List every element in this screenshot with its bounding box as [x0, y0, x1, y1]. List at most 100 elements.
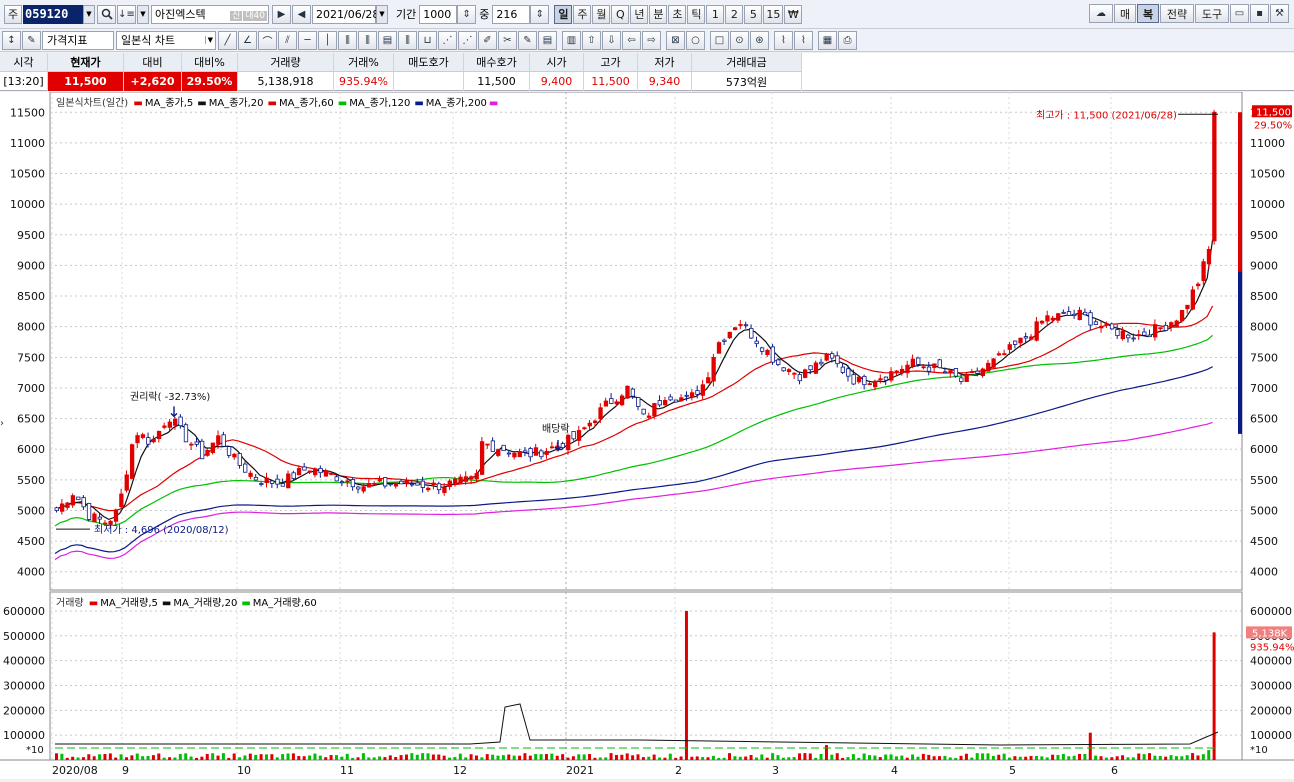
- sort-icon[interactable]: ↓≡: [117, 4, 136, 24]
- play-forward-icon[interactable]: ▶: [272, 4, 291, 24]
- search-icon[interactable]: [97, 4, 116, 24]
- candle-body: [673, 399, 679, 403]
- name-dropdown-arrow[interactable]: ▼: [137, 4, 149, 24]
- interval-button[interactable]: 15: [763, 4, 784, 24]
- drawing-tool-icon[interactable]: ▦: [818, 30, 837, 50]
- candle-body: [727, 331, 732, 339]
- drawing-tool-icon[interactable]: ⊛: [750, 30, 769, 50]
- drawing-tool-icon[interactable]: ⎙: [838, 30, 857, 50]
- interval-button[interactable]: 년: [630, 4, 649, 24]
- candle-body: [921, 366, 926, 369]
- drawing-tool-icon[interactable]: ⫼: [398, 30, 417, 50]
- drawing-tool-icon[interactable]: ⇧: [582, 30, 601, 50]
- period-input[interactable]: 1000: [419, 4, 458, 24]
- interval-button[interactable]: 틱: [687, 4, 706, 24]
- drawing-tool-icon[interactable]: ⫼: [358, 30, 377, 50]
- drawing-tool-icon[interactable]: ⊔: [418, 30, 437, 50]
- candle-body: [86, 503, 92, 520]
- drawing-tool-icon[interactable]: ⫽: [278, 30, 297, 50]
- interval-button[interactable]: 주: [573, 4, 592, 24]
- drawing-tool-icon[interactable]: ⇨: [642, 30, 661, 50]
- drawing-tool-icon[interactable]: ⋰: [458, 30, 477, 50]
- candle-body: [372, 483, 377, 485]
- drawing-tool-icon[interactable]: ✂: [498, 30, 517, 50]
- volume-bar: [1212, 632, 1216, 760]
- play-back-icon[interactable]: ◀: [292, 4, 311, 24]
- drawing-tool-icon[interactable]: ✎: [518, 30, 537, 50]
- candle-body: [1174, 320, 1179, 327]
- toolbar-right-button[interactable]: 복: [1137, 4, 1159, 23]
- drawing-tool-icon[interactable]: ⊠: [666, 30, 685, 50]
- candle-body: [1104, 323, 1109, 325]
- interval-button[interactable]: ₩: [784, 4, 803, 24]
- ma-legend-item: ▬ MA_종가,5: [133, 98, 194, 109]
- drawing-tool-icon[interactable]: ○: [686, 30, 705, 50]
- indicator-select[interactable]: 가격지표: [42, 30, 114, 50]
- drawing-tool-icon[interactable]: │: [318, 30, 337, 50]
- drawing-tool-icon[interactable]: □: [710, 30, 729, 50]
- zoom-input[interactable]: 216: [492, 4, 531, 24]
- price-volume-chart[interactable]: 1150011500110001100010500105001000010000…: [0, 91, 1294, 779]
- interval-button[interactable]: 초: [668, 4, 687, 24]
- volume-bar: [808, 753, 812, 760]
- drawing-tool-icon[interactable]: ∠: [238, 30, 257, 50]
- period-spinner-icon[interactable]: ⇕: [457, 4, 477, 24]
- volume-bar: [771, 753, 775, 760]
- drawing-tool-icon[interactable]: ─: [298, 30, 317, 50]
- folder-icon[interactable]: ▭: [1230, 4, 1249, 23]
- toolbar-right-button[interactable]: 매: [1114, 4, 1136, 23]
- volume-bar: [1002, 753, 1006, 760]
- interval-button[interactable]: 1: [706, 4, 725, 24]
- drawing-tool-icon[interactable]: ✐: [478, 30, 497, 50]
- wrench-icon[interactable]: ⚒: [1270, 4, 1289, 23]
- price-y-tick-left: 5000: [17, 504, 45, 517]
- edit-icon[interactable]: ✎: [22, 30, 41, 50]
- interval-button[interactable]: 5: [744, 4, 763, 24]
- interval-button[interactable]: 일: [554, 4, 573, 24]
- drawing-tool-icon[interactable]: ▤: [378, 30, 397, 50]
- date-dropdown-arrow[interactable]: ▼: [376, 4, 388, 24]
- market-type-button[interactable]: 주: [4, 4, 22, 24]
- drawing-tool-icon[interactable]: ⌒: [258, 30, 277, 50]
- date-input[interactable]: 2021/06/28: [312, 4, 379, 24]
- drawing-tool-icon[interactable]: ⇦: [622, 30, 641, 50]
- arrow-up-down-icon[interactable]: ↕: [2, 30, 21, 50]
- volume-bar: [453, 757, 457, 760]
- drawing-tool-icon[interactable]: ⋰: [438, 30, 457, 50]
- price-y-tick-right: 6500: [1250, 413, 1278, 426]
- toolbar-right-button[interactable]: 도구: [1195, 4, 1229, 23]
- interval-button[interactable]: Q: [611, 4, 630, 24]
- stock-code-input[interactable]: 059120: [23, 4, 83, 24]
- drawing-tool-icon[interactable]: ⫼: [338, 30, 357, 50]
- volume-bar: [938, 756, 942, 760]
- code-dropdown-arrow[interactable]: ▼: [83, 4, 95, 24]
- candle-body: [76, 496, 81, 501]
- drawing-tool-icon[interactable]: ⌇: [774, 30, 793, 50]
- stock-name-field[interactable]: 아진엑스텍 신 대40: [151, 4, 269, 24]
- candle-body: [663, 400, 668, 406]
- candle-body: [571, 431, 576, 440]
- interval-button[interactable]: 2: [725, 4, 744, 24]
- save-icon[interactable]: ▪: [1250, 4, 1269, 23]
- zoom-spinner-icon[interactable]: ⇕: [530, 4, 550, 24]
- drawing-tool-icon[interactable]: ⌇: [794, 30, 813, 50]
- drawing-tool-icon[interactable]: ⊙: [730, 30, 749, 50]
- chart-type-select[interactable]: 일본식 차트 ▼: [116, 30, 216, 50]
- drawing-tool-icon[interactable]: ⇩: [602, 30, 621, 50]
- candle-body: [652, 403, 657, 417]
- interval-button[interactable]: 분: [649, 4, 668, 24]
- interval-button[interactable]: 월: [592, 4, 611, 24]
- toolbar-right-button[interactable]: 전략: [1160, 4, 1194, 23]
- volume-bar: [1148, 753, 1152, 760]
- volume-bar: [894, 756, 898, 760]
- drawing-tool-icon[interactable]: ▤: [538, 30, 557, 50]
- drawing-tool-icon[interactable]: ╱: [218, 30, 237, 50]
- drawing-tool-icon[interactable]: ▥: [562, 30, 581, 50]
- volume-bar: [92, 756, 96, 760]
- volume-bar: [1018, 756, 1022, 760]
- volume-bar: [878, 757, 882, 760]
- volume-bar: [544, 754, 548, 760]
- candle-body: [932, 363, 937, 368]
- candle-body: [1034, 321, 1039, 341]
- cloud-icon[interactable]: ☁: [1089, 4, 1113, 23]
